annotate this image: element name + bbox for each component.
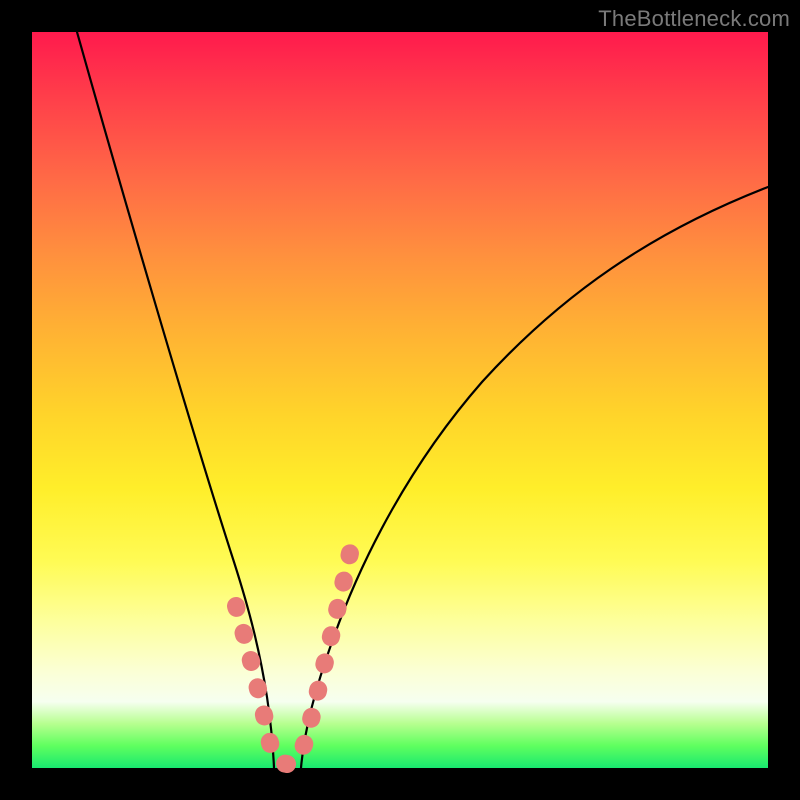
plot-area	[32, 32, 768, 768]
watermark-text: TheBottleneck.com	[598, 6, 790, 32]
hairpin-dotted	[236, 544, 352, 764]
chart-frame: TheBottleneck.com	[0, 0, 800, 800]
curves-overlay	[32, 32, 768, 768]
bottleneck-right-curve	[301, 187, 768, 768]
